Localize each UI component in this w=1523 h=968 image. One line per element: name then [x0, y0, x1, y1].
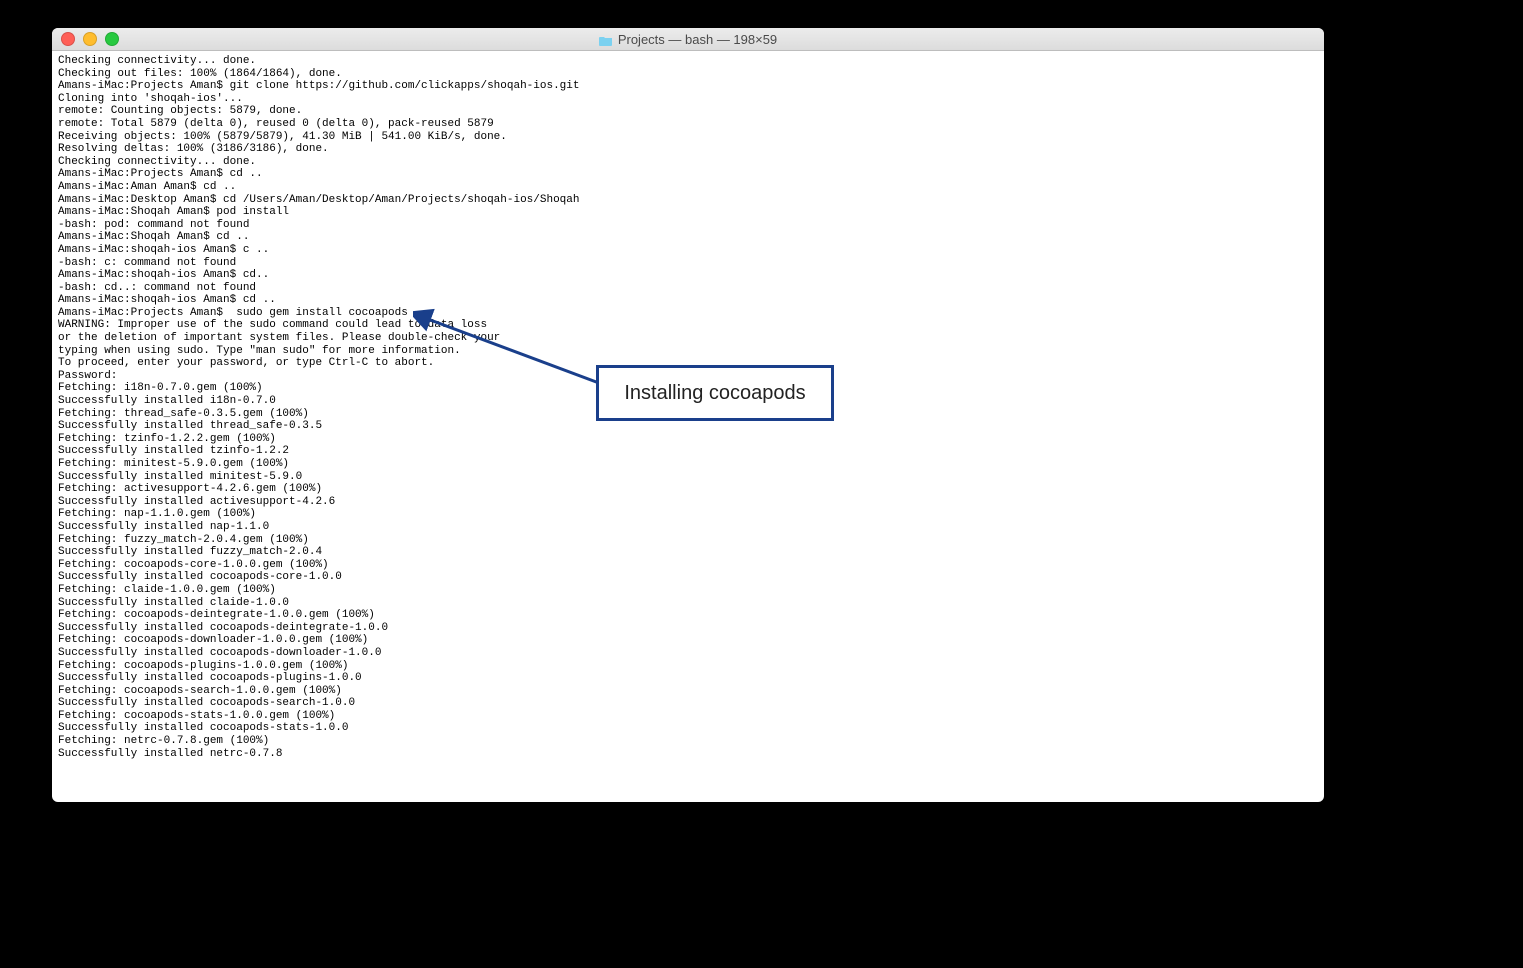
terminal-line: Checking out files: 100% (1864/1864), do…	[58, 68, 1318, 81]
terminal-line: Successfully installed fuzzy_match-2.0.4	[58, 546, 1318, 559]
terminal-output[interactable]: Checking connectivity... done.Checking o…	[52, 51, 1324, 802]
terminal-line: Fetching: netrc-0.7.8.gem (100%)	[58, 735, 1318, 748]
terminal-line: Successfully installed minitest-5.9.0	[58, 471, 1318, 484]
terminal-line: Successfully installed thread_safe-0.3.5	[58, 420, 1318, 433]
terminal-line: Amans-iMac:Projects Aman$ git clone http…	[58, 80, 1318, 93]
terminal-line: Successfully installed cocoapods-deinteg…	[58, 622, 1318, 635]
terminal-line: Successfully installed cocoapods-downloa…	[58, 647, 1318, 660]
terminal-line: Fetching: cocoapods-core-1.0.0.gem (100%…	[58, 559, 1318, 572]
terminal-line: Amans-iMac:shoqah-ios Aman$ cd ..	[58, 294, 1318, 307]
terminal-line: Successfully installed cocoapods-plugins…	[58, 672, 1318, 685]
terminal-line: Successfully installed cocoapods-stats-1…	[58, 722, 1318, 735]
terminal-line: Successfully installed netrc-0.7.8	[58, 748, 1318, 761]
terminal-line: Fetching: nap-1.1.0.gem (100%)	[58, 508, 1318, 521]
terminal-line: -bash: cd..: command not found	[58, 282, 1318, 295]
terminal-line: remote: Total 5879 (delta 0), reused 0 (…	[58, 118, 1318, 131]
terminal-line: Fetching: cocoapods-stats-1.0.0.gem (100…	[58, 710, 1318, 723]
titlebar[interactable]: Projects — bash — 198×59	[52, 28, 1324, 51]
terminal-line: remote: Counting objects: 5879, done.	[58, 105, 1318, 118]
terminal-line: Fetching: tzinfo-1.2.2.gem (100%)	[58, 433, 1318, 446]
terminal-line: Receiving objects: 100% (5879/5879), 41.…	[58, 131, 1318, 144]
terminal-line: Amans-iMac:Shoqah Aman$ cd ..	[58, 231, 1318, 244]
terminal-line: Fetching: minitest-5.9.0.gem (100%)	[58, 458, 1318, 471]
minimize-icon[interactable]	[83, 32, 97, 46]
traffic-lights	[52, 32, 119, 46]
terminal-line: Successfully installed activesupport-4.2…	[58, 496, 1318, 509]
terminal-line: Amans-iMac:shoqah-ios Aman$ cd..	[58, 269, 1318, 282]
annotation-callout: Installing cocoapods	[596, 365, 834, 421]
terminal-line: Successfully installed cocoapods-search-…	[58, 697, 1318, 710]
terminal-line: typing when using sudo. Type "man sudo" …	[58, 345, 1318, 358]
terminal-line: Fetching: cocoapods-deintegrate-1.0.0.ge…	[58, 609, 1318, 622]
terminal-line: Checking connectivity... done.	[58, 156, 1318, 169]
terminal-line: Amans-iMac:Projects Aman$ cd ..	[58, 168, 1318, 181]
annotation-label: Installing cocoapods	[624, 382, 805, 405]
terminal-line: Fetching: claide-1.0.0.gem (100%)	[58, 584, 1318, 597]
terminal-line: -bash: c: command not found	[58, 257, 1318, 270]
terminal-line: Fetching: cocoapods-downloader-1.0.0.gem…	[58, 634, 1318, 647]
folder-icon	[599, 34, 613, 45]
terminal-line: Fetching: fuzzy_match-2.0.4.gem (100%)	[58, 534, 1318, 547]
terminal-line: Resolving deltas: 100% (3186/3186), done…	[58, 143, 1318, 156]
terminal-line: Amans-iMac:Shoqah Aman$ pod install	[58, 206, 1318, 219]
terminal-line: WARNING: Improper use of the sudo comman…	[58, 319, 1318, 332]
terminal-line: Fetching: activesupport-4.2.6.gem (100%)	[58, 483, 1318, 496]
terminal-line: Fetching: cocoapods-plugins-1.0.0.gem (1…	[58, 660, 1318, 673]
terminal-line: Successfully installed cocoapods-core-1.…	[58, 571, 1318, 584]
terminal-line: Successfully installed nap-1.1.0	[58, 521, 1318, 534]
close-icon[interactable]	[61, 32, 75, 46]
terminal-line: -bash: pod: command not found	[58, 219, 1318, 232]
terminal-line: Amans-iMac:shoqah-ios Aman$ c ..	[58, 244, 1318, 257]
terminal-line: Checking connectivity... done.	[58, 55, 1318, 68]
window-title-text: Projects — bash — 198×59	[618, 32, 777, 47]
terminal-line: Amans-iMac:Aman Aman$ cd ..	[58, 181, 1318, 194]
zoom-icon[interactable]	[105, 32, 119, 46]
terminal-line: Successfully installed claide-1.0.0	[58, 597, 1318, 610]
terminal-line: Successfully installed tzinfo-1.2.2	[58, 445, 1318, 458]
terminal-line: or the deletion of important system file…	[58, 332, 1318, 345]
terminal-line: Fetching: cocoapods-search-1.0.0.gem (10…	[58, 685, 1318, 698]
terminal-line: Cloning into 'shoqah-ios'...	[58, 93, 1318, 106]
terminal-line: Amans-iMac:Desktop Aman$ cd /Users/Aman/…	[58, 194, 1318, 207]
window-title: Projects — bash — 198×59	[52, 32, 1324, 47]
terminal-line: Amans-iMac:Projects Aman$ sudo gem insta…	[58, 307, 1318, 320]
